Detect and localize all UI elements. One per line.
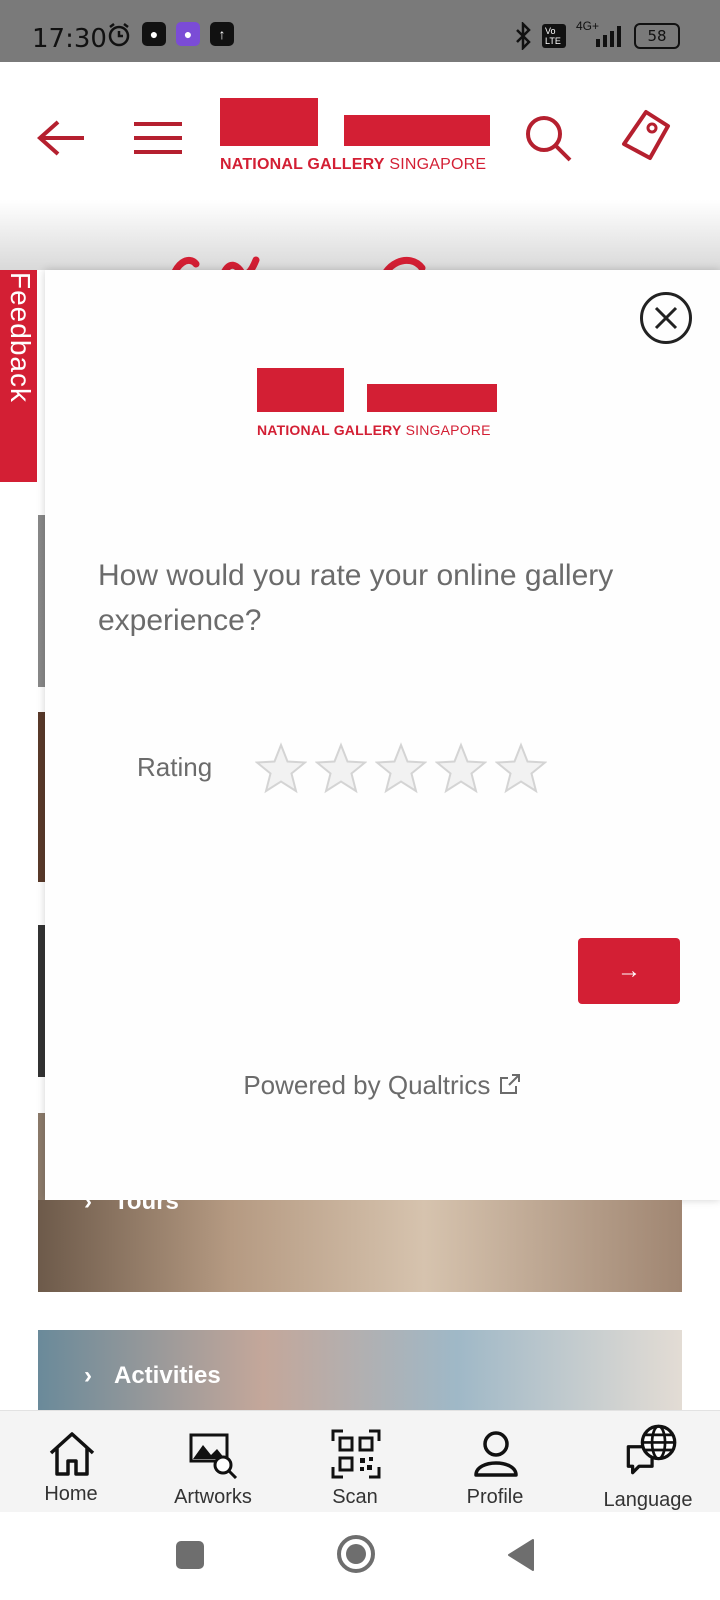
site-logo[interactable]: NATIONAL GALLERY SINGAPORE <box>220 98 500 182</box>
menu-button[interactable] <box>132 118 184 158</box>
tickets-button[interactable] <box>618 108 674 168</box>
status-bar: 17:30 ● ● ↑ Vo LTE 4G+ 58 <box>0 0 720 62</box>
volte-icon: Vo LTE <box>542 24 566 48</box>
battery-indicator: 58 <box>634 23 680 49</box>
search-icon <box>526 116 572 162</box>
logo-block-left <box>257 368 344 412</box>
next-button[interactable]: → <box>578 938 680 1004</box>
home-icon <box>49 1432 95 1476</box>
nav-item-artworks[interactable]: Artworks <box>148 1411 278 1513</box>
logo-wordmark: NATIONAL GALLERY SINGAPORE <box>257 422 491 438</box>
logo-block-left <box>220 98 318 146</box>
back-button[interactable] <box>36 114 88 162</box>
home-system-button[interactable] <box>336 1534 376 1574</box>
external-link-icon <box>499 1074 520 1094</box>
survey-logo: NATIONAL GALLERY SINGAPORE <box>257 368 505 452</box>
profile-icon <box>474 1431 518 1477</box>
chevron-right-icon: › <box>84 1362 92 1389</box>
survey-modal: NATIONAL GALLERY SINGAPORE How would you… <box>45 270 720 1200</box>
bottom-navigation: Home Artworks Scan Profile Language <box>0 1410 720 1513</box>
rating-label: Rating <box>137 752 213 782</box>
card-label-tours: Tours <box>114 1200 179 1215</box>
status-time: 17:30 <box>32 24 107 54</box>
circle-home-icon <box>337 1535 375 1573</box>
triangle-back-icon <box>508 1539 534 1571</box>
alarm-icon <box>106 22 132 48</box>
star-5-icon[interactable] <box>495 742 547 794</box>
system-navigation-bar <box>0 1512 720 1600</box>
language-icon <box>626 1424 677 1475</box>
nav-item-language[interactable]: Language <box>583 1411 713 1513</box>
signal-icon: 4G+ <box>576 19 624 49</box>
app-notification-icon-2: ● <box>176 22 200 46</box>
tours-card[interactable]: › Tours <box>38 1200 682 1292</box>
feedback-tab[interactable]: Feedback <box>0 270 37 482</box>
logo-block-right <box>344 115 490 146</box>
star-1-icon[interactable] <box>255 742 307 794</box>
star-3-icon[interactable] <box>375 742 427 794</box>
powered-by-qualtrics-link[interactable]: Powered by Qualtrics <box>45 1070 720 1101</box>
arrow-left-icon <box>36 120 84 156</box>
square-icon <box>176 1541 204 1569</box>
recents-button[interactable] <box>175 1540 205 1570</box>
star-4-icon[interactable] <box>435 742 487 794</box>
qr-scan-icon <box>331 1429 381 1479</box>
back-system-button[interactable] <box>505 1538 537 1572</box>
card-label-activities: Activities <box>114 1362 221 1389</box>
nav-item-profile[interactable]: Profile <box>430 1411 560 1513</box>
star-rating[interactable] <box>255 742 547 794</box>
survey-question: How would you rate your online gallery e… <box>98 559 614 637</box>
hamburger-icon <box>134 122 182 154</box>
activities-card[interactable]: › Activities <box>38 1330 682 1410</box>
chevron-right-icon: › <box>84 1200 92 1215</box>
nav-item-scan[interactable]: Scan <box>290 1411 420 1513</box>
artworks-icon <box>189 1433 238 1479</box>
ticket-icon <box>622 110 670 160</box>
close-survey-button[interactable] <box>640 292 692 344</box>
search-button[interactable] <box>522 112 574 164</box>
close-icon <box>654 306 678 330</box>
logo-block-right <box>367 384 497 412</box>
bluetooth-icon <box>514 20 532 52</box>
nav-item-home[interactable]: Home <box>6 1411 136 1513</box>
logo-wordmark: NATIONAL GALLERY SINGAPORE <box>220 156 487 173</box>
upload-icon: ↑ <box>210 22 234 46</box>
star-2-icon[interactable] <box>315 742 367 794</box>
app-notification-icon: ● <box>142 22 166 46</box>
